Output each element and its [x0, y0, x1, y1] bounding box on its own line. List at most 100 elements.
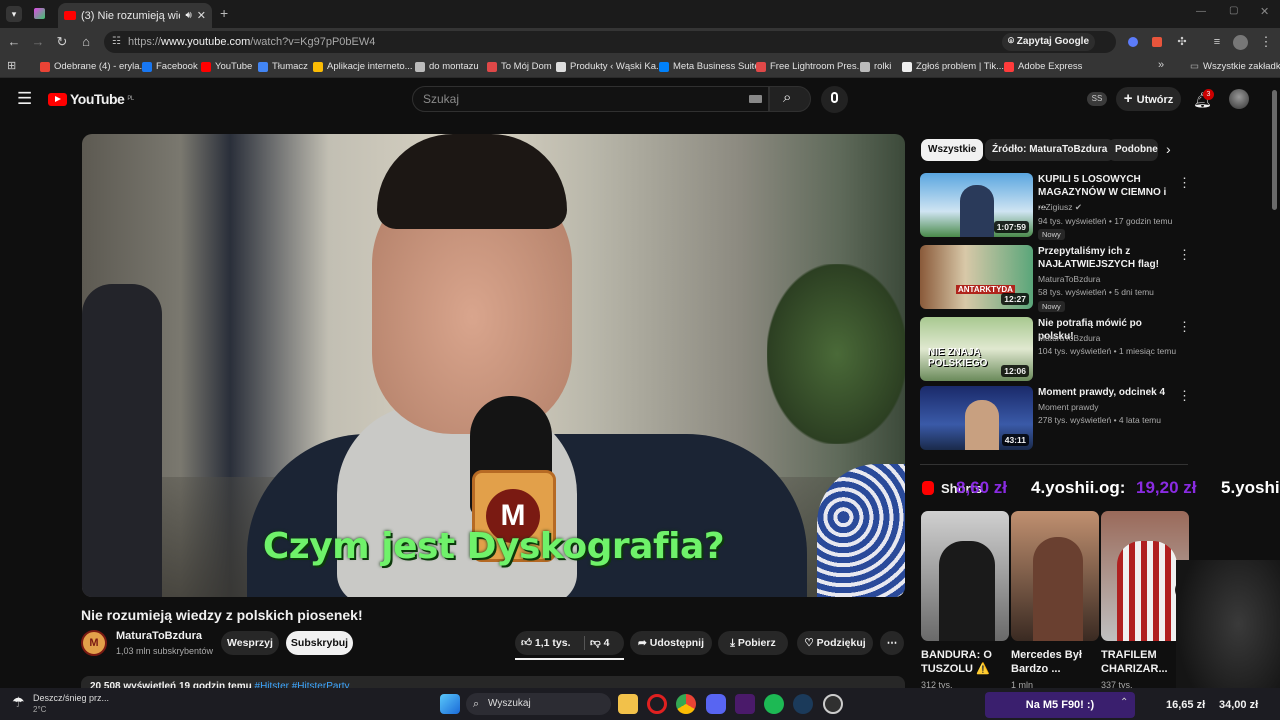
like-button[interactable]: 👍︎ 1,1 tys. [521, 631, 583, 655]
chip-related[interactable]: Podobne [1108, 139, 1158, 161]
apps-grid-icon[interactable]: ⊞ [7, 59, 16, 72]
tab-close-icon[interactable]: ✕ [197, 9, 206, 22]
short-video[interactable] [1011, 511, 1099, 641]
thanks-button[interactable]: ♡ Podziękuj [797, 631, 873, 655]
bookmark-item[interactable]: rolki [860, 61, 891, 72]
recommended-video[interactable]: 43:11 Moment prawdy, odcinek 4 Moment pr… [920, 386, 1200, 450]
bookmark-label: Adobe Express [1018, 61, 1083, 72]
hamburger-menu-icon[interactable]: ☰ [17, 89, 32, 109]
taskbar-search[interactable]: ⌕ Wyszukaj [466, 693, 611, 715]
speaker-icon[interactable]: 🔊︎ [185, 10, 191, 21]
download-button[interactable]: ⤓ Pobierz [718, 631, 788, 655]
bookmark-item[interactable]: To Mój Dom [487, 61, 552, 72]
bookmark-item[interactable]: Free Lightroom Pres... [756, 61, 865, 72]
bookmark-item[interactable]: YouTube [201, 61, 252, 72]
bookmark-item[interactable]: Zgłoś problem | Tik... [902, 61, 1004, 72]
discord-icon[interactable] [706, 694, 726, 714]
home-icon[interactable]: ⌂ [77, 33, 95, 51]
tab-active[interactable]: (3) Nie rozumieją wiedzy z p 🔊︎ ✕ [58, 3, 212, 28]
more-bookmarks-icon[interactable]: » [1158, 59, 1164, 71]
share-button[interactable]: ➦ Udostępnij [630, 631, 712, 655]
stream-overlay-name: 4.yoshii.og: [1031, 478, 1126, 497]
more-vertical-icon[interactable]: ⋮ [1178, 175, 1191, 191]
youtube-logo[interactable]: YouTube PL [48, 91, 134, 107]
tab-group-icon[interactable] [34, 8, 45, 19]
bookmark-item[interactable]: Tłumacz [258, 61, 308, 72]
bookmark-favicon-icon [756, 61, 766, 72]
bookmark-item[interactable]: Adobe Express [1004, 61, 1082, 72]
weather-icon[interactable]: ☂ [12, 694, 25, 711]
video-player[interactable]: M Czym jest Dyskografia? [82, 134, 905, 597]
extensions-puzzle-icon[interactable]: ✣ [1173, 33, 1191, 51]
support-button[interactable]: Wesprzyj [221, 631, 279, 655]
forward-icon[interactable]: → [29, 33, 47, 51]
dislike-button[interactable]: 👎︎ 4 [590, 631, 622, 655]
chrome-icon[interactable] [676, 694, 696, 714]
scrollbar[interactable] [1272, 90, 1277, 210]
opera-icon[interactable] [647, 694, 667, 714]
create-button[interactable]: + Utwórz [1116, 87, 1181, 111]
short-video[interactable] [921, 511, 1009, 641]
spotify-icon[interactable] [764, 694, 784, 714]
more-actions-button[interactable]: ⋯ [880, 631, 904, 655]
video-thumbnail[interactable]: ANTARKTYDA 12:27 [920, 245, 1033, 309]
user-initials-badge[interactable]: SS [1087, 92, 1107, 106]
chevron-right-icon[interactable]: › [1166, 141, 1171, 157]
chip-from-channel[interactable]: Źródło: MaturaToBzdura [985, 139, 1115, 161]
recommended-video[interactable]: NIE ZNAJĄ POLSKIEGO 12:06 Nie potrafią m… [920, 317, 1200, 381]
weather-text[interactable]: Deszcz/śnieg prz... [33, 693, 109, 703]
windows-start-icon[interactable] [440, 694, 460, 714]
bookmark-item[interactable]: Produkty ‹ Wąski Ka... [556, 61, 664, 72]
keyboard-icon[interactable] [749, 95, 762, 103]
account-avatar[interactable] [1229, 89, 1249, 109]
site-info-icon[interactable]: ☷ [112, 31, 121, 53]
short-thumb-person [939, 541, 995, 641]
recommended-video[interactable]: 1:07:59 KUPILI 5 LOSOWYCH MAGAZYNÓW W CI… [920, 173, 1200, 240]
extension-icon-2[interactable] [1152, 37, 1162, 47]
tab-list-dropdown-icon[interactable]: ▾ [6, 6, 22, 22]
obs-icon[interactable] [823, 694, 843, 714]
short-thumb-person [1117, 541, 1177, 641]
more-vertical-icon[interactable]: ⋮ [1178, 388, 1191, 404]
short-title[interactable]: TRAFILEM CHARIZAR... [1101, 648, 1187, 676]
bookmark-item[interactable]: do montazu [415, 61, 479, 72]
new-tab-button[interactable]: + [220, 5, 228, 21]
tray-chevron-icon[interactable]: ⌃ [1120, 697, 1128, 708]
close-window-icon[interactable]: ✕ [1260, 5, 1269, 18]
extension-icon-1[interactable] [1128, 37, 1138, 47]
bookmark-item[interactable]: Meta Business Suite [659, 61, 760, 72]
search-input[interactable]: Szukaj [412, 86, 769, 112]
bookmark-item[interactable]: Odebrane (4) - eryla... [40, 61, 147, 72]
bookmark-item[interactable]: Facebook [142, 61, 198, 72]
recommended-video[interactable]: ANTARKTYDA 12:27 Przepytaliśmy ich z NAJ… [920, 245, 1200, 312]
voice-search-button[interactable] [821, 86, 848, 113]
profile-avatar-icon[interactable] [1233, 35, 1248, 50]
short-title[interactable]: BANDURA: O TUSZOLU ⚠️ [921, 648, 1007, 676]
file-explorer-icon[interactable] [618, 694, 638, 714]
video-thumbnail[interactable]: 43:11 [920, 386, 1033, 450]
browser-menu-icon[interactable]: ⋮ [1257, 33, 1275, 51]
ask-google-button[interactable]: ⌾ Zapytaj Google [1002, 33, 1096, 51]
chip-all[interactable]: Wszystkie [921, 139, 984, 161]
channel-name[interactable]: MaturaToBzdura [116, 630, 202, 642]
reading-list-icon[interactable]: ≡ [1208, 33, 1226, 51]
bookmark-favicon-icon [659, 61, 669, 72]
steam-icon[interactable] [793, 694, 813, 714]
video-thumbnail[interactable]: NIE ZNAJĄ POLSKIEGO 12:06 [920, 317, 1033, 381]
back-icon[interactable]: ← [5, 33, 23, 51]
next-app-icon[interactable] [735, 694, 755, 714]
more-vertical-icon[interactable]: ⋮ [1178, 247, 1191, 263]
maximize-icon[interactable]: ▢ [1229, 5, 1238, 16]
short-title[interactable]: Mercedes Był Bardzo ... [1011, 648, 1097, 676]
more-vertical-icon[interactable]: ⋮ [1178, 319, 1191, 335]
video-thumbnail[interactable]: 1:07:59 [920, 173, 1033, 237]
search-button[interactable]: ⌕ [769, 86, 811, 112]
channel-avatar[interactable]: M [81, 630, 107, 656]
bookmark-label: To Mój Dom [501, 61, 552, 72]
subscribe-button[interactable]: Subskrybuj [286, 631, 353, 655]
all-bookmarks-folder[interactable]: ▭ Wszystkie zakładki [1190, 61, 1280, 72]
bookmark-item[interactable]: Aplikacje interneto... [313, 61, 413, 72]
minimize-icon[interactable]: — [1196, 6, 1206, 17]
address-bar[interactable]: ☷ https://www.youtube.com/watch?v=Kg97pP… [104, 31, 1116, 53]
reload-icon[interactable]: ↻ [53, 33, 71, 51]
